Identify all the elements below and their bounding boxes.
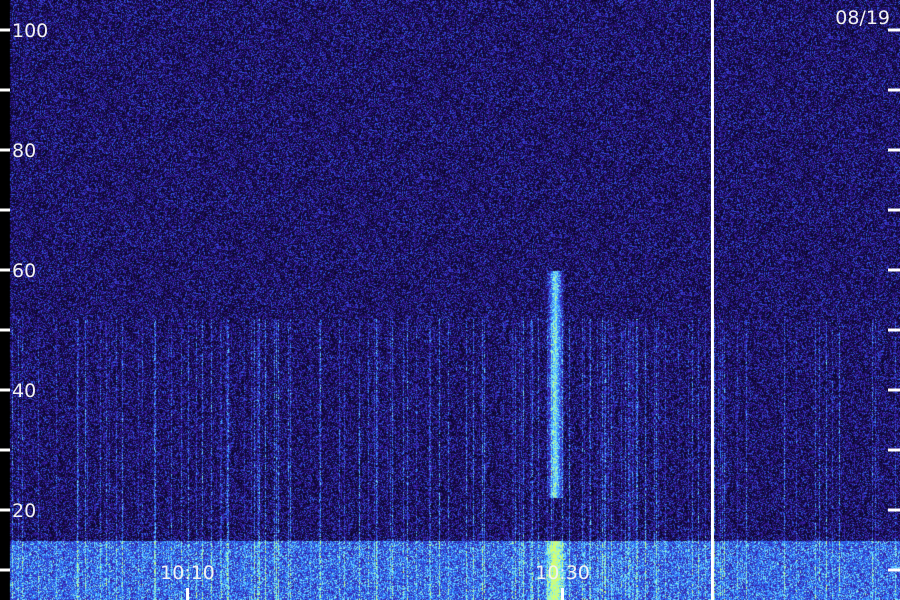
date-label: 08/19	[835, 7, 890, 29]
chart-overlay: 20406080100 10:1010:3010:50 08/19	[0, 0, 900, 600]
y-tick-label: 80	[12, 140, 36, 162]
y-axis-left	[0, 28, 10, 572]
y-axis-labels: 20 40 60 80 100	[12, 20, 48, 522]
y-axis-right	[888, 28, 900, 572]
y-tick-label: 20	[12, 500, 36, 522]
y-tick-label: 40	[12, 380, 36, 402]
time-axis-labels: 10:1010:3010:50	[160, 562, 590, 600]
y-tick-label: 100	[12, 20, 48, 42]
time-tick-label: 10:10	[160, 562, 215, 584]
y-tick-label: 60	[12, 260, 36, 282]
time-tick-label: 10:30	[535, 562, 590, 584]
